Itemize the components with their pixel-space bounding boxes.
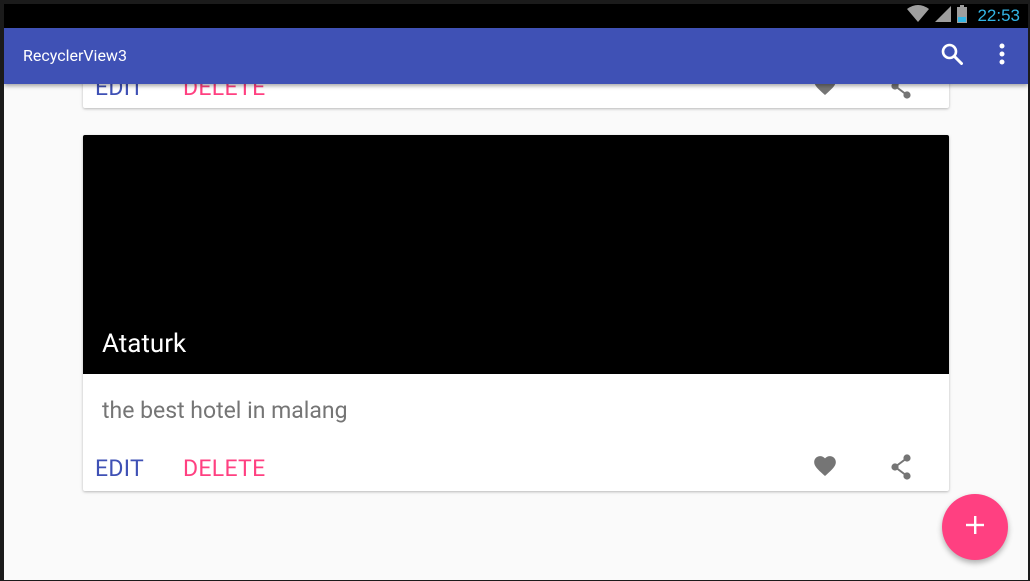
edit-button[interactable]: EDIT [95, 84, 144, 108]
device-screen: 22:53 RecyclerView3 EDIT DELETE Ataturk … [4, 4, 1028, 580]
app-bar: RecyclerView3 [4, 28, 1028, 84]
heart-icon [812, 84, 838, 102]
status-bar: 22:53 [4, 4, 1028, 28]
app-title: RecyclerView3 [23, 46, 127, 65]
status-clock: 22:53 [977, 6, 1020, 25]
card: Ataturk the best hotel in malang EDIT DE… [83, 135, 949, 491]
card-image [83, 135, 949, 374]
favorite-button[interactable] [805, 84, 845, 108]
wifi-icon [907, 5, 930, 27]
heart-icon [812, 455, 838, 483]
search-button[interactable] [932, 36, 972, 76]
search-icon [941, 43, 963, 69]
battery-icon [957, 5, 968, 27]
signal-icon [935, 5, 952, 27]
share-icon [889, 454, 913, 484]
edit-button[interactable]: EDIT [95, 449, 144, 489]
delete-button[interactable]: DELETE [183, 449, 265, 489]
add-icon [964, 514, 986, 540]
share-button[interactable] [881, 84, 921, 108]
status-icons: 22:53 [907, 4, 1020, 28]
more-vert-icon [999, 43, 1005, 69]
add-fab-button[interactable] [942, 494, 1008, 560]
card-title: Ataturk [102, 329, 187, 359]
card-actions: EDIT DELETE [83, 84, 949, 108]
recycler-list[interactable]: EDIT DELETE Ataturk the best hotel in ma… [4, 84, 1028, 580]
card: EDIT DELETE [83, 84, 949, 108]
overflow-menu-button[interactable] [982, 36, 1022, 76]
favorite-button[interactable] [805, 449, 845, 489]
share-button[interactable] [881, 449, 921, 489]
card-description: the best hotel in malang [102, 397, 348, 424]
share-icon [889, 84, 913, 103]
card-actions: EDIT DELETE [83, 449, 949, 489]
delete-button[interactable]: DELETE [183, 84, 265, 108]
